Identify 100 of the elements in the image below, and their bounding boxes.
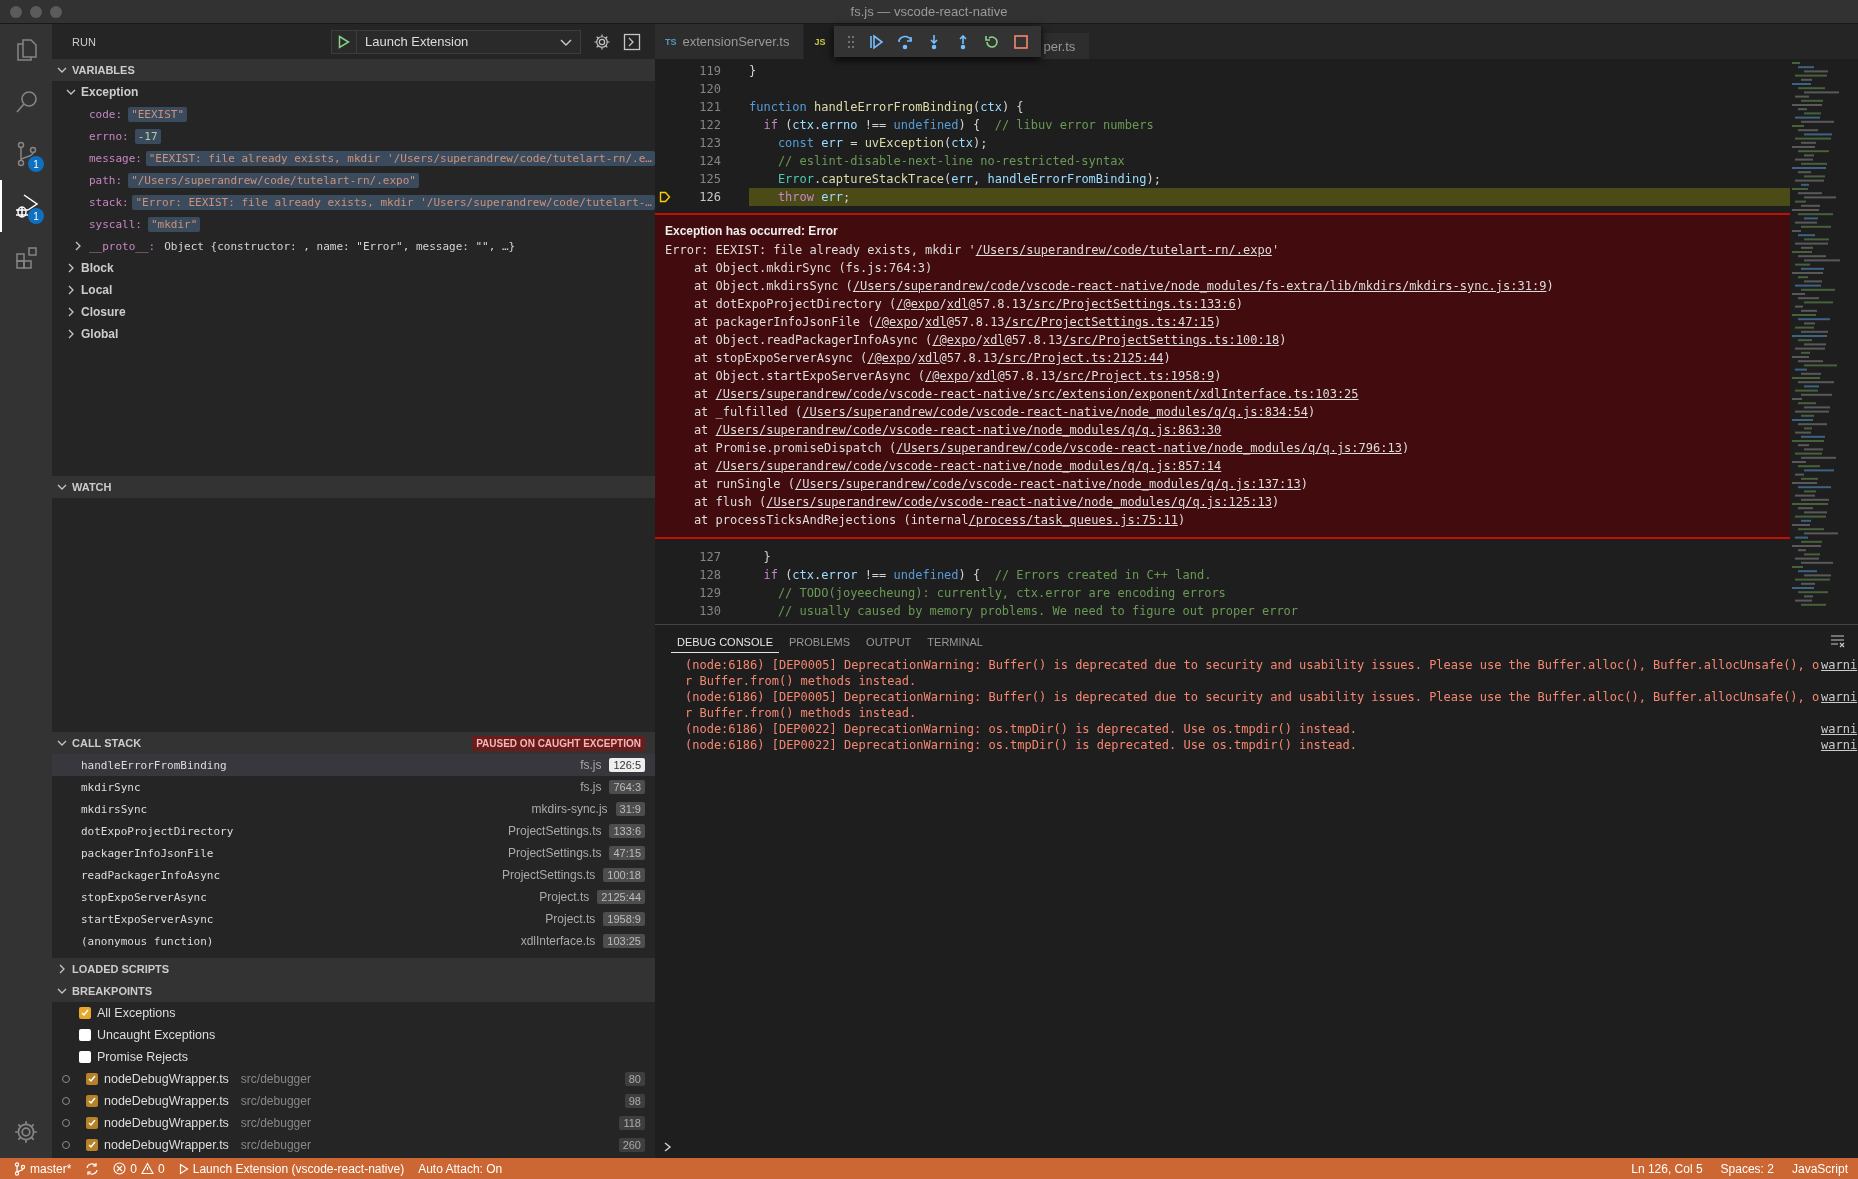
stop-icon[interactable] — [1013, 33, 1029, 50]
stack-frame[interactable]: packagerInfoJsonFile ProjectSettings.ts 47:15 — [52, 842, 655, 864]
checkbox[interactable] — [79, 1007, 91, 1019]
file-link[interactable]: /Users/superandrew/code/vscode-react-native/src/extension/exponent/xdlInterface.ts:103:25 — [715, 387, 1359, 401]
file-link[interactable]: /Users/superandrew/code/vscode-react-native/node_modules/fs-extra/lib/mkdirs/mkdirs-sync.js:31:9 — [852, 279, 1547, 293]
file-link[interactable]: /@expo — [867, 351, 911, 365]
scope-label[interactable]: Local — [81, 283, 113, 297]
stack-frame[interactable]: mkdirSync fs.js 764:3 — [52, 776, 655, 798]
window-title: fs.js — vscode-react-native — [850, 4, 1008, 19]
variable-name[interactable]: code: — [89, 107, 123, 121]
checkbox[interactable] — [86, 1139, 98, 1151]
source-link[interactable]: warni — [1821, 721, 1858, 737]
file-link[interactable]: xdl — [925, 315, 947, 329]
stack-trace-line: at Object.readPackagerInfoAsync (/@expo/xdl@57.8.13/src/ProjectSettings.ts:100:18) — [692, 332, 1288, 349]
source-link[interactable]: warni — [1821, 689, 1858, 705]
file-link[interactable]: /src/Project.ts:2125:44 — [997, 351, 1164, 365]
variable-name[interactable]: message: — [89, 151, 142, 165]
file-link[interactable]: xdl — [917, 351, 940, 365]
panel-tab[interactable]: TERMINAL — [921, 629, 989, 653]
stack-frame[interactable]: dotExpoProjectDirectory ProjectSettings.ts 133:6 — [52, 820, 655, 842]
file-link[interactable]: /Users/superandrew/code/vscode-react-native/node_modules/q/q.js:125:13 — [766, 495, 1272, 509]
panel-tab[interactable]: DEBUG CONSOLE — [671, 629, 779, 653]
panel-tab[interactable]: OUTPUT — [860, 629, 918, 653]
step-over-icon[interactable] — [897, 33, 913, 50]
file-link[interactable]: xdl — [946, 297, 969, 311]
panel-tab[interactable]: PROBLEMS — [782, 629, 857, 653]
file-link[interactable]: /Users/superandrew/code/tutelart-rn/.expo — [975, 243, 1272, 257]
stack-frame[interactable]: readPackagerInfoAsync ProjectSettings.ts 100:18 — [52, 864, 655, 886]
sync-icon[interactable] — [85, 1161, 100, 1176]
file-link[interactable]: /Users/superandrew/code/vscode-react-native/node_modules/q/q.js:834:54 — [802, 405, 1308, 419]
file-link[interactable]: /Users/superandrew/code/vscode-react-native/node_modules/q/q.js:137:13 — [795, 477, 1301, 491]
file-link[interactable]: /Users/superandrew/code/vscode-react-native/node_modules/q/q.js:796:13 — [896, 441, 1402, 455]
terminal-icon[interactable] — [623, 32, 641, 51]
frame-position: 1958:9 — [603, 912, 645, 926]
settings-icon[interactable] — [593, 32, 611, 51]
extensions-icon[interactable] — [14, 245, 40, 271]
run-debug-icon[interactable] — [14, 193, 40, 219]
file-link[interactable]: /process/task_queues.js:75:11 — [968, 513, 1178, 527]
source-link[interactable]: warni — [1821, 737, 1858, 753]
file-link[interactable]: xdl — [975, 369, 998, 383]
file-link[interactable]: /@expo — [874, 315, 918, 329]
section-header[interactable]: WATCH — [52, 476, 655, 498]
stack-frame[interactable]: handleErrorFromBinding fs.js 126:5 — [52, 754, 655, 776]
stack-frame[interactable]: mkdirsSync mkdirs-sync.js 31:9 — [52, 798, 655, 820]
section-header[interactable]: BREAKPOINTS — [52, 980, 655, 1002]
variable-name[interactable]: __proto__: — [89, 239, 156, 253]
stack-frame[interactable]: (anonymous function) xdlInterface.ts 103:25 — [52, 930, 655, 952]
files-icon[interactable] — [14, 37, 40, 63]
file-link[interactable]: /src/ProjectSettings.ts:133:6 — [1026, 297, 1236, 311]
stack-frame[interactable]: startExpoServerAsync Project.ts 1958:9 — [52, 908, 655, 930]
section-header[interactable]: CALL STACK PAUSED ON CAUGHT EXCEPTION — [52, 732, 655, 754]
problems-status[interactable]: 0 0 — [113, 1161, 165, 1176]
variable-name[interactable]: syscall: — [89, 217, 142, 231]
continue-icon[interactable] — [868, 33, 884, 50]
indentation-status[interactable]: Spaces: 2 — [1720, 1161, 1774, 1176]
cursor-position[interactable]: Ln 126, Col 5 — [1631, 1161, 1703, 1176]
drag-handle-icon[interactable] — [847, 34, 855, 49]
search-icon[interactable] — [14, 89, 40, 115]
panel-title: RUN — [72, 35, 96, 48]
checkbox[interactable] — [79, 1051, 91, 1063]
editor-tab[interactable]: JS — [804, 24, 835, 59]
file-link[interactable]: /@expo — [925, 369, 969, 383]
play-icon[interactable] — [338, 34, 350, 49]
scope-label[interactable]: Global — [81, 327, 119, 341]
scope-label[interactable]: Block — [81, 261, 114, 275]
file-link[interactable]: /Users/superandrew/code/vscode-react-native/node_modules/q/q.js:857:14 — [715, 459, 1222, 473]
clear-console-icon[interactable] — [1830, 634, 1846, 648]
file-link[interactable]: /@expo — [896, 297, 940, 311]
language-mode[interactable]: JavaScript — [1791, 1161, 1848, 1176]
file-link[interactable]: /src/ProjectSettings.ts:47:15 — [1004, 315, 1215, 329]
branch-icon — [14, 1161, 26, 1176]
file-link[interactable]: /Users/superandrew/code/vscode-react-native/node_modules/q/q.js:863:30 — [715, 423, 1222, 437]
variable-value: -17 — [134, 128, 161, 144]
checkbox[interactable] — [86, 1117, 98, 1129]
variable-name[interactable]: stack: — [89, 195, 129, 209]
section-header[interactable]: LOADED SCRIPTS — [52, 958, 655, 980]
file-link[interactable]: xdl — [982, 333, 1005, 347]
stack-frame[interactable]: stopExpoServerAsync Project.ts 2125:44 — [52, 886, 655, 908]
checkbox[interactable] — [79, 1029, 91, 1041]
activity-item[interactable]: 1 — [0, 128, 52, 180]
checkbox[interactable] — [86, 1073, 98, 1085]
scope-label[interactable]: Closure — [81, 305, 126, 319]
section-header[interactable]: VARIABLES — [52, 59, 655, 81]
editor-tab[interactable]: per.ts — [1041, 33, 1091, 59]
launch-status[interactable]: Launch Extension (vscode-react-native) — [178, 1161, 405, 1176]
editor-tab[interactable]: TS extensionServer.ts — [655, 24, 805, 59]
file-link[interactable]: /@expo — [932, 333, 976, 347]
branch-status[interactable]: master* — [14, 1161, 72, 1176]
frame-file: Project.ts — [539, 890, 590, 904]
checkbox[interactable] — [86, 1095, 98, 1107]
scope-label[interactable]: Exception — [81, 85, 139, 99]
file-link[interactable]: /src/Project.ts:1958:9 — [1055, 369, 1215, 383]
auto-attach-status[interactable]: Auto Attach: On — [418, 1161, 503, 1176]
console-message: (node:6186) [DEP0005] DeprecationWarning: Buffer() is deprecated due to security and usability issues. Please use the Buffer.alloc(), Buffer.allocUnsafe(), o — [685, 689, 1821, 705]
restart-icon[interactable] — [984, 33, 1000, 50]
source-link[interactable]: warni — [1821, 657, 1858, 673]
variable-name[interactable]: path: — [89, 173, 123, 187]
variable-name[interactable]: errno: — [89, 129, 129, 143]
file-link[interactable]: /src/ProjectSettings.ts:100:18 — [1062, 333, 1280, 347]
launch-config-dropdown[interactable]: Launch Extension — [331, 29, 581, 54]
